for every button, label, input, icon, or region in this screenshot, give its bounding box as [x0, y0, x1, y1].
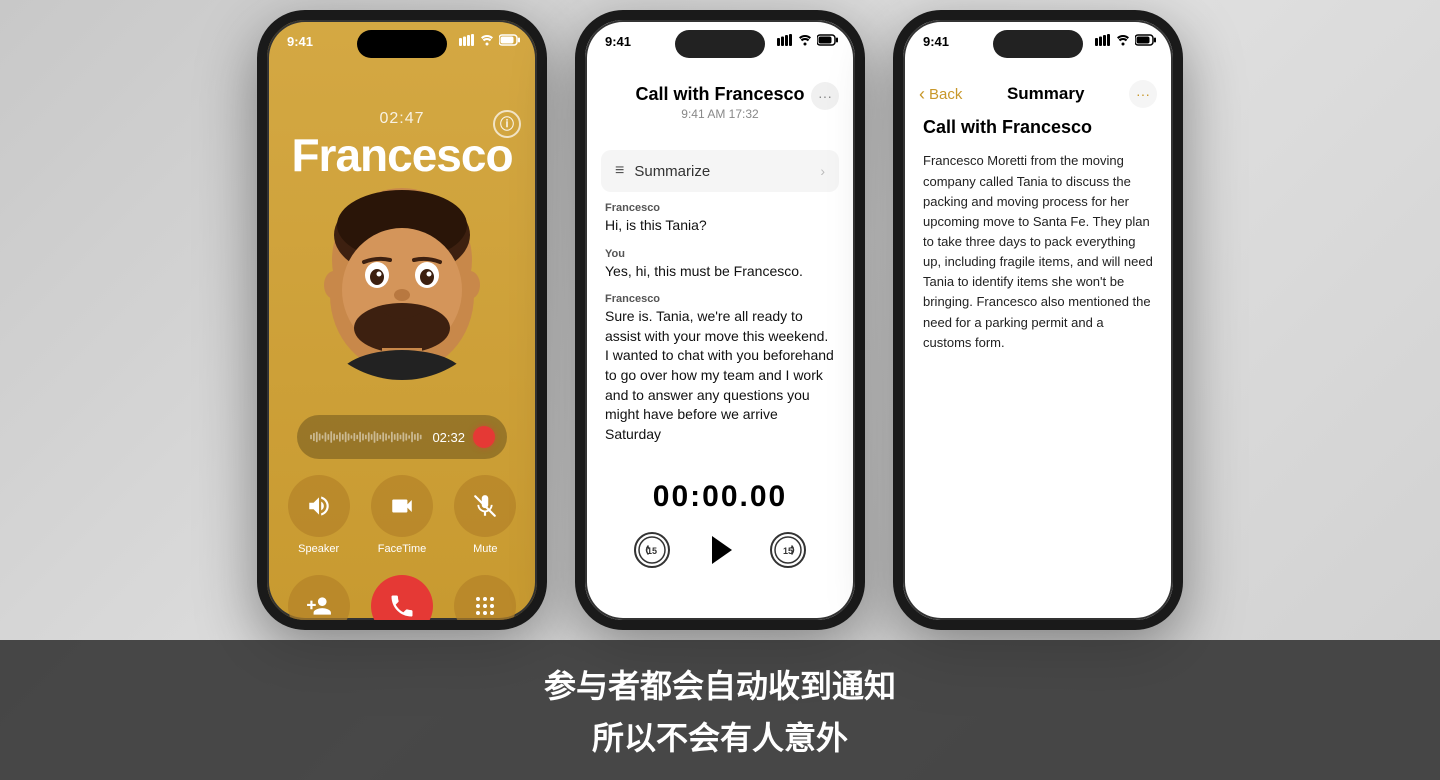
- transcript-messages: Francesco Hi, is this Tania? You Yes, hi…: [585, 202, 855, 450]
- avatar: [302, 180, 502, 380]
- keypad-button[interactable]: Keypad: [454, 575, 517, 630]
- msg-speaker-2: Francesco: [605, 293, 835, 305]
- call-buttons: Speaker FaceTime Mute: [287, 475, 517, 630]
- summarize-row[interactable]: ≡ Summarize ›: [601, 150, 839, 192]
- phone-transcription: 9:41 Call with Francesco 9:41 AM 17:32 ·…: [575, 10, 865, 630]
- status-time-1: 9:41: [287, 34, 313, 49]
- skip-back-button[interactable]: 15: [634, 532, 670, 568]
- play-button[interactable]: [700, 530, 740, 570]
- msg-text-0: Hi, is this Tania?: [605, 216, 835, 236]
- summarize-chevron: ›: [820, 163, 825, 179]
- skip-forward-button[interactable]: 15: [770, 532, 806, 568]
- subtitle-line-1: 参与者都会自动收到通知: [544, 661, 896, 707]
- mute-label: Mute: [473, 543, 497, 555]
- caller-name: Francesco: [267, 128, 537, 182]
- facetime-button[interactable]: FaceTime: [370, 475, 433, 555]
- subtitle-line-2: 所以不会有人意外: [592, 713, 848, 759]
- play-triangle-icon: [712, 536, 732, 564]
- transcript-subtitle: 9:41 AM 17:32: [605, 107, 835, 121]
- dynamic-island-1: [357, 30, 447, 58]
- back-label: Back: [929, 86, 962, 103]
- summary-nav: ‹ Back Summary ···: [903, 72, 1173, 116]
- phones-container: 9:41 02:47 ⓘ Francesco: [0, 0, 1440, 640]
- status-icons-2: [777, 34, 839, 46]
- phone-active-call: 9:41 02:47 ⓘ Francesco: [257, 10, 547, 630]
- status-icons-1: [459, 34, 521, 46]
- back-chevron-icon: ‹: [919, 84, 925, 105]
- dynamic-island-2: [675, 30, 765, 58]
- add-button[interactable]: Add: [287, 575, 350, 630]
- end-button[interactable]: End: [370, 575, 433, 630]
- speaker-label: Speaker: [298, 543, 339, 555]
- status-time-2: 9:41: [605, 34, 631, 49]
- phone-summary: 9:41 ‹ Back Summary ··· Call with France…: [893, 10, 1183, 630]
- summarize-label: Summarize: [634, 163, 810, 180]
- transcript-msg-1: You Yes, hi, this must be Francesco.: [605, 248, 835, 282]
- summarize-icon: ≡: [615, 162, 624, 180]
- facetime-label: FaceTime: [378, 543, 427, 555]
- msg-speaker-0: Francesco: [605, 202, 835, 214]
- summary-title: Call with Francesco: [923, 116, 1153, 139]
- status-icons-3: [1095, 34, 1157, 46]
- summary-content: Call with Francesco Francesco Moretti fr…: [923, 116, 1153, 600]
- msg-speaker-1: You: [605, 248, 835, 260]
- transcript-msg-2: Francesco Sure is. Tania, we're all read…: [605, 293, 835, 444]
- back-button[interactable]: ‹ Back: [919, 84, 962, 105]
- transcript-msg-0: Francesco Hi, is this Tania?: [605, 202, 835, 236]
- more-button-3[interactable]: ···: [1129, 80, 1157, 108]
- msg-text-1: Yes, hi, this must be Francesco.: [605, 262, 835, 282]
- more-button-2[interactable]: ···: [811, 82, 839, 110]
- summary-nav-title: Summary: [962, 84, 1129, 104]
- playback-controls: 15 15: [634, 530, 806, 570]
- waveform-bar: 02:32: [297, 415, 507, 459]
- speaker-button[interactable]: Speaker: [287, 475, 350, 555]
- playback-timer: 00:00.00: [653, 480, 787, 514]
- summary-text: Francesco Moretti from the moving compan…: [923, 151, 1153, 352]
- transcript-title: Call with Francesco: [605, 84, 835, 105]
- mute-button[interactable]: Mute: [454, 475, 517, 555]
- waveform-time: 02:32: [432, 430, 465, 445]
- msg-text-2: Sure is. Tania, we're all ready to assis…: [605, 307, 835, 444]
- status-time-3: 9:41: [923, 34, 949, 49]
- subtitle-overlay: 参与者都会自动收到通知 所以不会有人意外: [0, 640, 1440, 780]
- record-dot: [473, 426, 495, 448]
- dynamic-island-3: [993, 30, 1083, 58]
- playback-area: 00:00.00 15 15: [585, 480, 855, 570]
